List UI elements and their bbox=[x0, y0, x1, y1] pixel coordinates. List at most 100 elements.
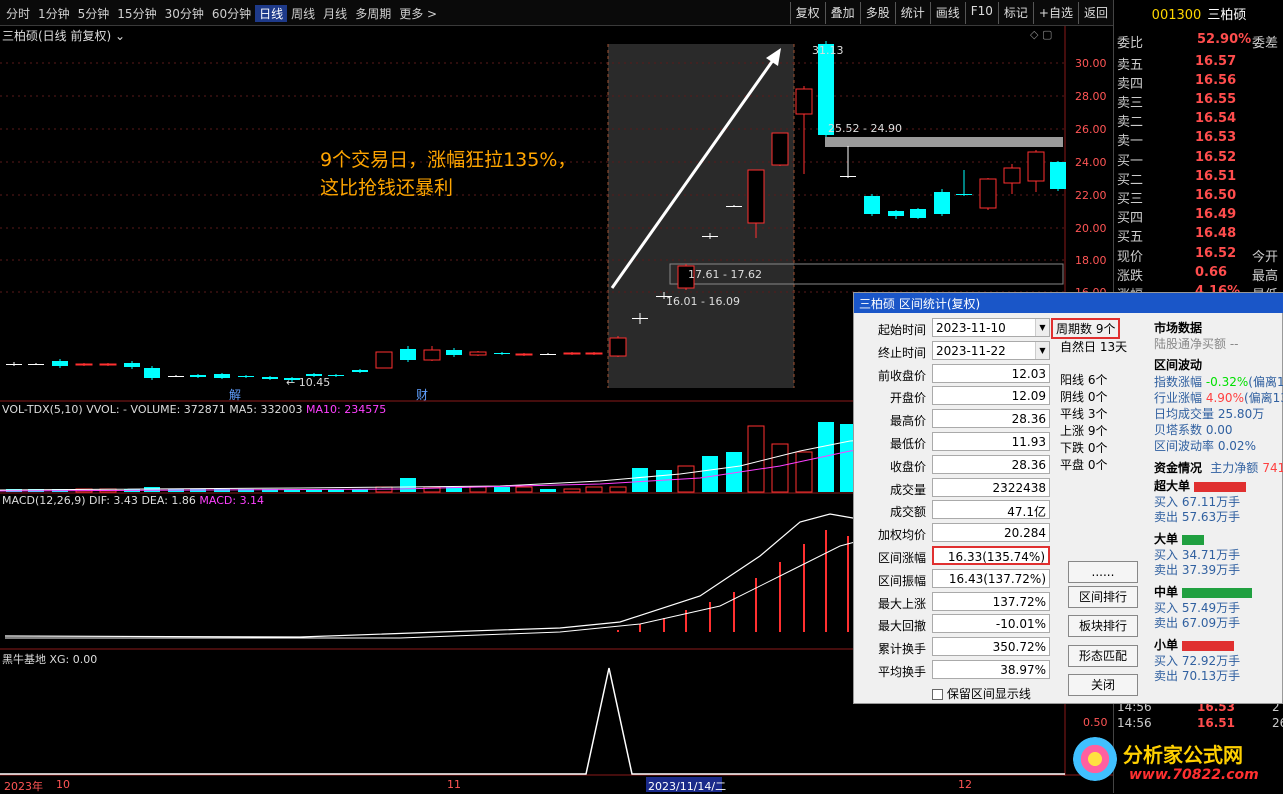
volume-bar bbox=[632, 468, 648, 492]
candle-body bbox=[446, 350, 462, 355]
period-tab[interactable]: 15分钟 bbox=[113, 5, 160, 22]
stock-header: 001300 三柏硕 bbox=[1114, 4, 1283, 23]
bid-row: 买五 16.48 bbox=[1117, 226, 1237, 245]
more-button[interactable]: ...... bbox=[1068, 561, 1138, 583]
period-tab[interactable]: 30分钟 bbox=[161, 5, 208, 22]
candle-body bbox=[28, 364, 44, 365]
count-item: 阳线 6个 bbox=[1060, 373, 1108, 387]
keep-line-checkbox[interactable]: 保留区间显示线 bbox=[932, 685, 1031, 702]
xg-pane-label: 黑牛基地 XG: 0.00 bbox=[2, 653, 98, 666]
candle-body bbox=[956, 194, 972, 195]
period-tab[interactable]: 分时 bbox=[2, 5, 34, 22]
stat-value-field: 12.09 bbox=[932, 386, 1050, 406]
index-change: 指数涨幅 -0.32%(偏离13 bbox=[1154, 375, 1283, 389]
candle-body bbox=[262, 377, 278, 379]
candle-body bbox=[469, 351, 487, 356]
tool-button[interactable]: 画线 bbox=[929, 2, 965, 24]
stat-value-field: 16.43(137.72%) bbox=[932, 568, 1050, 588]
candle-body bbox=[888, 211, 904, 216]
event-mark-jie[interactable]: 解 bbox=[229, 386, 241, 403]
period-count: 周期数 9个 bbox=[1051, 318, 1121, 339]
bid-row: 买三 16.50 bbox=[1117, 188, 1237, 207]
tool-button[interactable]: 复权 bbox=[789, 2, 825, 24]
change-row: 涨跌 0.66 最高 bbox=[1117, 265, 1279, 284]
tool-button[interactable]: 叠加 bbox=[824, 2, 860, 24]
volume-bar bbox=[702, 456, 718, 492]
period-tab[interactable]: 多周期 bbox=[351, 5, 395, 22]
volume-bar bbox=[540, 489, 556, 492]
tool-button[interactable]: 返回 bbox=[1077, 2, 1113, 24]
tool-button[interactable]: 标记 bbox=[997, 2, 1033, 24]
bid-row: 买一 16.52 bbox=[1117, 150, 1237, 169]
candle-body bbox=[144, 368, 160, 378]
candle-body bbox=[75, 363, 93, 366]
watermark: 分析家公式网 www.70822.com bbox=[1073, 737, 1283, 789]
volume-bar bbox=[747, 425, 765, 493]
period-tab[interactable]: 60分钟 bbox=[208, 5, 255, 22]
gap-zone-1 bbox=[825, 137, 1063, 147]
candle-body bbox=[934, 192, 950, 214]
price-tick: 18.00 bbox=[1075, 254, 1107, 267]
tool-button[interactable]: +自选 bbox=[1032, 2, 1078, 24]
candle-body bbox=[864, 196, 880, 214]
stat-field: 开盘价 12.09 bbox=[862, 386, 1052, 406]
time-axis-nov: 11 bbox=[447, 778, 461, 791]
stat-value-field[interactable]: 2023-11-10 ▼ bbox=[932, 318, 1050, 337]
vol-ma5-line bbox=[0, 437, 901, 491]
stat-field: 成交额 47.1亿 bbox=[862, 500, 1052, 520]
volume-bar bbox=[609, 486, 627, 493]
ask-row: 卖一 16.53 bbox=[1117, 130, 1237, 149]
stat-value-field[interactable]: 2023-11-22 ▼ bbox=[932, 340, 1050, 360]
fund-group-name: 小单 bbox=[1154, 636, 1235, 653]
tool-button[interactable]: F10 bbox=[964, 2, 998, 24]
volume-bar bbox=[515, 486, 533, 493]
count-item: 平盘 0个 bbox=[1060, 458, 1108, 472]
period-tab[interactable]: 更多 > bbox=[395, 5, 441, 22]
vol-pane-label: VOL-TDX(5,10) VVOL: - VOLUME: 372871 MA5… bbox=[2, 403, 387, 416]
candle-body bbox=[1050, 162, 1066, 189]
volume-bar bbox=[400, 478, 416, 492]
candle-body bbox=[375, 351, 393, 369]
fund-group-name: 大单 bbox=[1154, 530, 1205, 547]
stat-field: 区间振幅 16.43(137.72%) bbox=[862, 568, 1052, 589]
pattern-match-button[interactable]: 形态匹配 bbox=[1068, 645, 1138, 667]
stat-field: 收盘价 28.36 bbox=[862, 454, 1052, 475]
candle-body bbox=[702, 236, 718, 237]
candle-body bbox=[540, 354, 556, 355]
period-tab[interactable]: 日线 bbox=[255, 4, 288, 22]
period-tab[interactable]: 1分钟 bbox=[34, 5, 74, 22]
vol-ma10-line bbox=[0, 445, 901, 492]
candle-body bbox=[1003, 167, 1021, 184]
period-tabs: 分时 1分钟 5分钟 15分钟 30分钟 60分钟 日线 周线 月线 多周期 更多 > bbox=[2, 0, 441, 26]
candle-body bbox=[910, 209, 926, 218]
headline-line-2: 这比抢钱还暴利 bbox=[320, 177, 454, 199]
dialog-title[interactable]: 三柏硕 区间统计(复权) bbox=[854, 293, 1283, 313]
interval-rank-button[interactable]: 区间排行 bbox=[1068, 586, 1138, 608]
count-item: 上涨 9个 bbox=[1060, 424, 1108, 438]
candle-body bbox=[124, 363, 140, 367]
market-title: 市场数据 bbox=[1154, 321, 1203, 335]
checkbox-icon[interactable] bbox=[932, 689, 943, 700]
price-tick: 22.00 bbox=[1075, 189, 1107, 202]
candle-body bbox=[238, 376, 254, 377]
tool-buttons: 复权 叠加 多股 统计 画线 F10 标记 +自选 返回 bbox=[789, 2, 1113, 24]
candle-body bbox=[771, 132, 789, 166]
price-tick: 30.00 bbox=[1075, 57, 1107, 70]
gap-label: 25.52 - 24.90 bbox=[828, 122, 902, 135]
period-tab[interactable]: 月线 bbox=[319, 5, 351, 22]
fund-sell: 卖出 67.09万手 bbox=[1154, 616, 1241, 630]
watermark-url: www.70822.com bbox=[1129, 767, 1259, 783]
candle-body bbox=[979, 178, 997, 209]
candle-body bbox=[352, 370, 368, 372]
wave-title: 区间波动 bbox=[1154, 358, 1203, 372]
dropdown-arrow-icon[interactable]: ▼ bbox=[1035, 341, 1049, 359]
dropdown-arrow-icon[interactable]: ▼ bbox=[1035, 319, 1049, 336]
sector-rank-button[interactable]: 板块排行 bbox=[1068, 615, 1138, 637]
period-tab[interactable]: 周线 bbox=[287, 5, 319, 22]
period-tab[interactable]: 5分钟 bbox=[74, 5, 114, 22]
tool-button[interactable]: 多股 bbox=[859, 2, 895, 24]
event-mark-cai[interactable]: 财 bbox=[416, 386, 428, 403]
close-button[interactable]: 关闭 bbox=[1068, 674, 1138, 696]
price-tick: 24.00 bbox=[1075, 156, 1107, 169]
tool-button[interactable]: 统计 bbox=[894, 2, 930, 24]
